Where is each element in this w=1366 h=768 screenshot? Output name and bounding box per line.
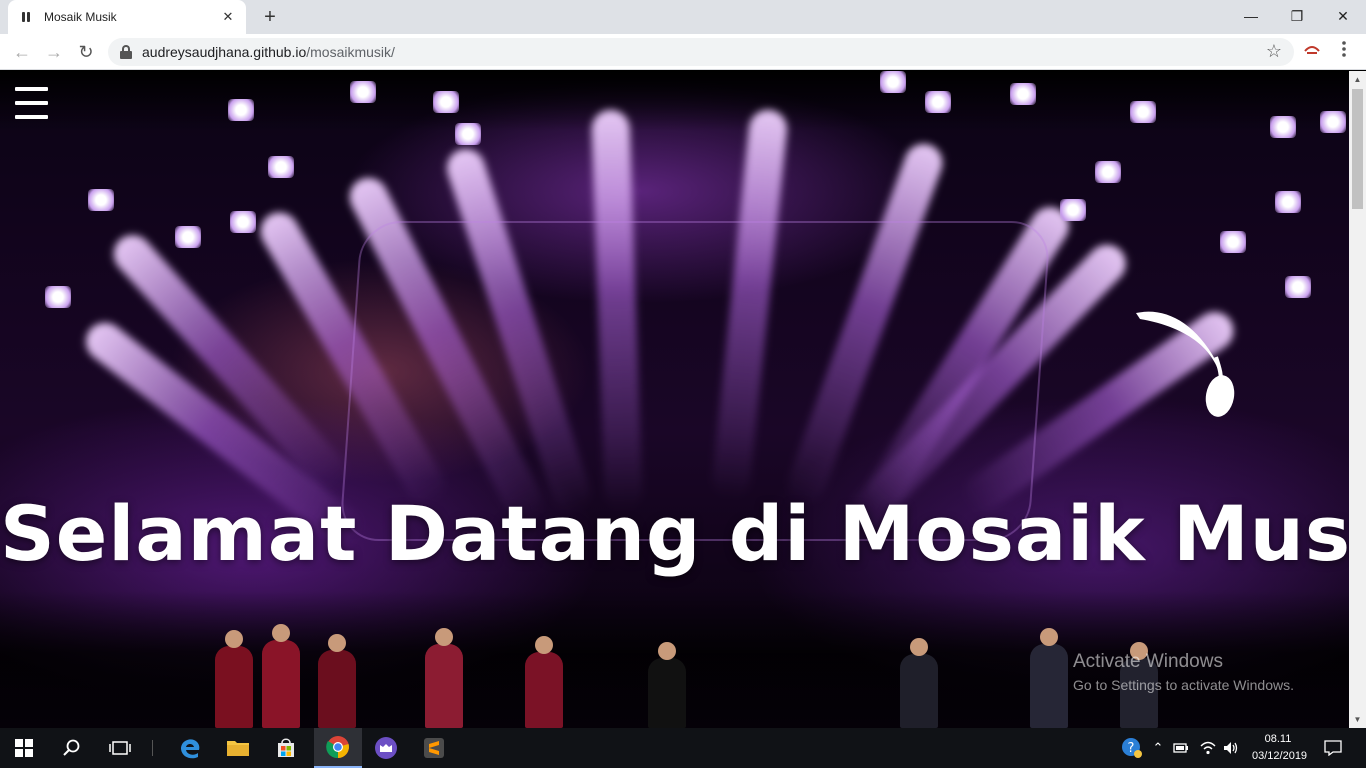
minimize-button[interactable]: — <box>1228 2 1274 30</box>
chrome-icon[interactable] <box>314 728 362 768</box>
browser-tab[interactable]: Mosaik Musik ✕ <box>8 0 246 34</box>
scroll-up-icon[interactable]: ▲ <box>1349 71 1366 88</box>
stage-light <box>268 156 294 178</box>
stage-light <box>175 226 201 248</box>
search-icon[interactable] <box>48 728 96 768</box>
system-clock[interactable]: 08.11 03/12/2019 <box>1252 731 1308 765</box>
browser-tab-strip: Mosaik Musik ✕ + — ❐ ✕ <box>0 0 1366 34</box>
stage-light <box>1285 276 1311 298</box>
stage-light <box>1095 161 1121 183</box>
stage-light <box>45 286 71 308</box>
start-icon[interactable] <box>0 728 48 768</box>
musician <box>900 638 938 728</box>
page-viewport: Selamat Datang di Mosaik Musik Activate … <box>0 71 1349 728</box>
menu-kebab-icon[interactable] <box>1334 40 1354 62</box>
sublime-text-icon[interactable] <box>410 728 458 768</box>
scroll-thumb[interactable] <box>1352 89 1363 209</box>
stage-light <box>1130 101 1156 123</box>
svg-text:?: ? <box>1128 741 1135 756</box>
store-icon[interactable] <box>262 728 310 768</box>
task-view-icon[interactable] <box>96 728 144 768</box>
watermark-title: Activate Windows <box>1073 651 1223 672</box>
scroll-down-icon[interactable]: ▼ <box>1349 711 1366 728</box>
windows-taskbar: ? ⌃ 08.11 03/12/2019 <box>0 728 1366 768</box>
stage-light <box>1010 83 1036 105</box>
close-window-button[interactable]: ✕ <box>1320 2 1366 30</box>
file-explorer-icon[interactable] <box>214 728 262 768</box>
wifi-icon[interactable] <box>1196 728 1220 768</box>
edge-icon[interactable] <box>166 728 214 768</box>
stage-light <box>433 91 459 113</box>
stage-light <box>1320 111 1346 133</box>
app-icon[interactable] <box>362 728 410 768</box>
notification-icon[interactable] <box>1318 728 1348 768</box>
help-icon[interactable]: ? <box>1118 728 1146 768</box>
stage-light <box>455 123 481 145</box>
clock-date: 03/12/2019 <box>1252 750 1308 762</box>
stage-light <box>1275 191 1301 213</box>
stage-light <box>1270 116 1296 138</box>
hamburger-menu-icon[interactable] <box>15 87 49 119</box>
chevron-up-icon[interactable]: ⌃ <box>1148 728 1168 768</box>
favicon-icon <box>18 9 34 25</box>
back-button[interactable]: ← <box>10 40 34 64</box>
stage-light <box>88 189 114 211</box>
musician <box>425 628 463 728</box>
new-tab-button[interactable]: + <box>258 6 282 28</box>
url-domain: audreysaudjhana.github.io <box>142 44 307 60</box>
bookmark-star-icon[interactable]: ☆ <box>1266 41 1282 62</box>
maximize-button[interactable]: ❐ <box>1274 2 1320 30</box>
stage-light <box>1220 231 1246 253</box>
clock-time: 08.11 <box>1264 733 1292 745</box>
stage-light <box>228 99 254 121</box>
activate-windows-watermark: Activate Windows Go to Settings to activ… <box>1073 651 1294 693</box>
stage-light <box>925 91 951 113</box>
battery-icon[interactable] <box>1170 728 1192 768</box>
tab-title: Mosaik Musik <box>44 10 117 24</box>
vertical-scrollbar[interactable]: ▲ ▼ <box>1349 71 1366 728</box>
volume-icon[interactable] <box>1220 728 1242 768</box>
musician <box>215 630 253 728</box>
stage-light <box>880 71 906 93</box>
taskbar-separator <box>152 740 153 756</box>
stage-light <box>350 81 376 103</box>
url-path: /mosaikmusik/ <box>306 44 395 60</box>
music-note-icon <box>1134 311 1244 421</box>
forward-button[interactable]: → <box>42 40 66 64</box>
address-bar[interactable]: audreysaudjhana.github.io /mosaikmusik/ … <box>108 38 1294 66</box>
musician <box>262 624 300 728</box>
stage-light <box>1060 199 1086 221</box>
lock-icon <box>120 45 132 59</box>
musician <box>648 642 686 728</box>
musician <box>318 634 356 728</box>
musician <box>525 636 563 728</box>
reload-button[interactable]: ↻ <box>74 40 98 64</box>
stage-light <box>230 211 256 233</box>
tab-close-icon[interactable]: ✕ <box>220 9 236 25</box>
hero-title: Selamat Datang di Mosaik Musik <box>0 489 1349 578</box>
musician <box>1030 628 1068 728</box>
extension-icon[interactable] <box>1302 41 1322 61</box>
browser-toolbar: ← → ↻ audreysaudjhana.github.io /mosaikm… <box>0 34 1366 70</box>
watermark-subtitle: Go to Settings to activate Windows. <box>1073 677 1294 693</box>
